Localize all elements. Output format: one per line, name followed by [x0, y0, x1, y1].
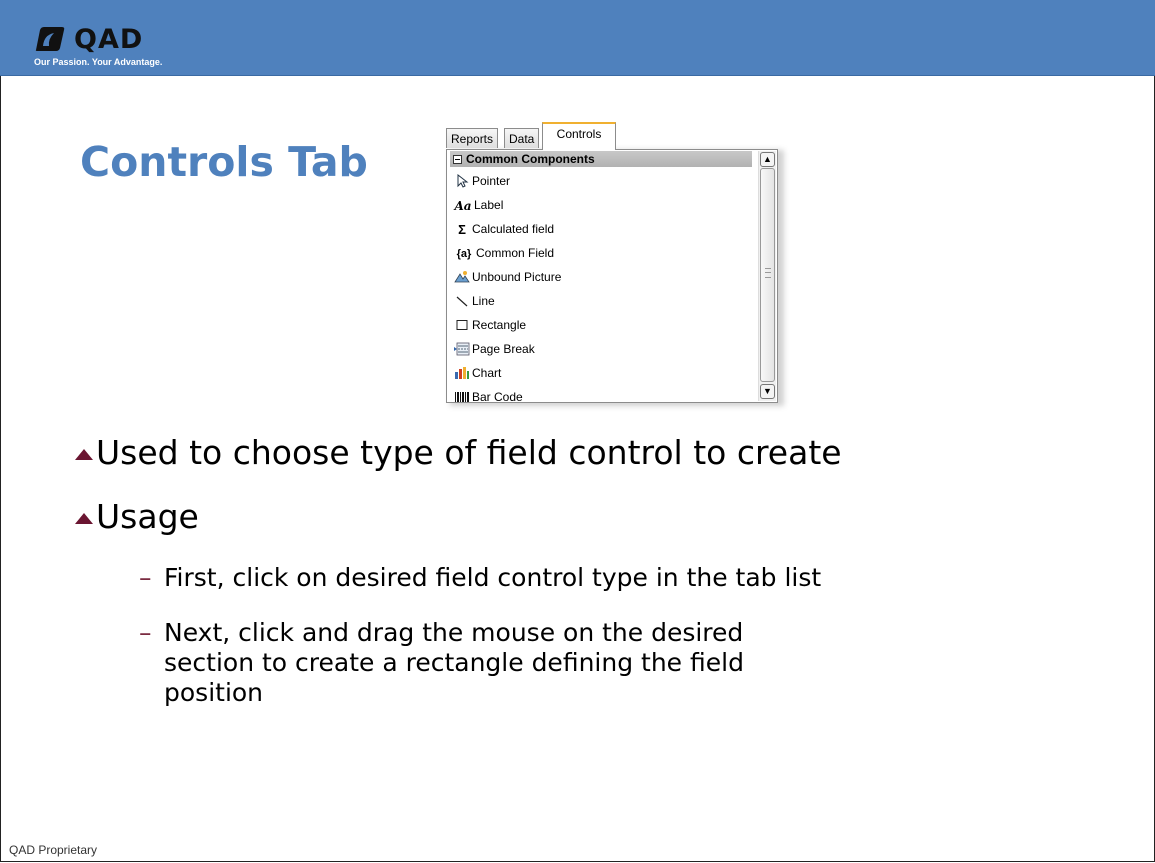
- slide-title: Controls Tab: [80, 138, 368, 186]
- sub-bullet-text: First, click on desired field control ty…: [164, 563, 822, 592]
- pointer-icon: [454, 173, 470, 190]
- item-page-break[interactable]: Page Break: [454, 339, 535, 359]
- item-bar-code[interactable]: Bar Code: [454, 387, 523, 403]
- item-unbound-picture[interactable]: Unbound Picture: [454, 267, 561, 287]
- label-icon: Aa: [454, 198, 472, 213]
- qad-logo-icon: [35, 27, 65, 51]
- sigma-icon: Σ: [458, 221, 466, 237]
- item-line[interactable]: Line: [454, 291, 495, 311]
- item-label: Unbound Picture: [472, 270, 562, 284]
- collapse-icon[interactable]: [453, 155, 462, 164]
- item-pointer[interactable]: Pointer: [454, 171, 510, 191]
- tab-reports[interactable]: Reports: [446, 128, 499, 148]
- logo-wordmark: QAD: [74, 24, 144, 55]
- page-break-icon: [454, 342, 470, 358]
- line-icon: [454, 294, 470, 310]
- rectangle-icon: [454, 318, 470, 334]
- group-header[interactable]: Common Components: [450, 151, 752, 167]
- sub-bullet-1: – First, click on desired field control …: [139, 563, 1084, 593]
- tab-controls[interactable]: Controls: [542, 122, 616, 150]
- tab-data[interactable]: Data: [504, 128, 540, 148]
- item-label: Line: [472, 294, 495, 308]
- item-common-field[interactable]: {a} Common Field: [454, 243, 554, 263]
- bullet-triangle-icon: [75, 449, 93, 460]
- bullet-2: Usage: [75, 497, 199, 536]
- scroll-down-icon[interactable]: ▼: [760, 384, 775, 399]
- toolbox-scrollbar[interactable]: ▲ ▼: [758, 151, 776, 401]
- scroll-up-icon[interactable]: ▲: [760, 152, 775, 167]
- header-band: QAD Our Passion. Your Advantage.: [0, 0, 1155, 76]
- sub-bullet-dash: –: [139, 618, 152, 647]
- item-label: Label: [474, 198, 504, 212]
- toolbox-panel: Common Components Pointer Aa Label Σ Calcu…: [446, 149, 778, 403]
- group-header-label: Common Components: [466, 152, 595, 166]
- bullet-1: Used to choose type of field control to …: [75, 433, 842, 472]
- sub-bullet-2: – Next, click and drag the mouse on the …: [139, 618, 814, 708]
- bullet-text: Usage: [96, 497, 199, 536]
- item-label: Pointer: [472, 174, 511, 188]
- item-label: Bar Code: [472, 390, 523, 403]
- scroll-thumb[interactable]: [760, 168, 775, 382]
- item-label: Page Break: [472, 342, 535, 356]
- item-label: Common Field: [476, 246, 555, 260]
- picture-icon: [454, 270, 470, 286]
- item-label: Calculated field: [472, 222, 555, 236]
- tab-strip: Reports Data Controls: [446, 120, 778, 150]
- item-calculated-field[interactable]: Σ Calculated field: [454, 219, 554, 239]
- bullet-triangle-icon: [75, 513, 93, 524]
- grip-icon: [765, 268, 771, 278]
- item-chart[interactable]: Chart: [454, 363, 501, 383]
- barcode-icon: [454, 390, 470, 402]
- footer-label: QAD Proprietary: [9, 843, 98, 857]
- sub-bullet-dash: –: [139, 563, 152, 592]
- logo-tagline: Our Passion. Your Advantage.: [34, 57, 163, 67]
- item-label: Rectangle: [472, 318, 527, 332]
- item-label: Chart: [472, 366, 502, 380]
- toolbox-screenshot: Reports Data Controls Common Components …: [446, 120, 784, 406]
- sub-bullet-text: Next, click and drag the mouse on the de…: [164, 618, 744, 707]
- item-label[interactable]: Aa Label: [454, 195, 503, 215]
- chart-icon: [454, 366, 470, 382]
- item-rectangle[interactable]: Rectangle: [454, 315, 526, 335]
- field-braces-icon: {a}: [456, 247, 472, 260]
- bullet-text: Used to choose type of field control to …: [96, 433, 842, 472]
